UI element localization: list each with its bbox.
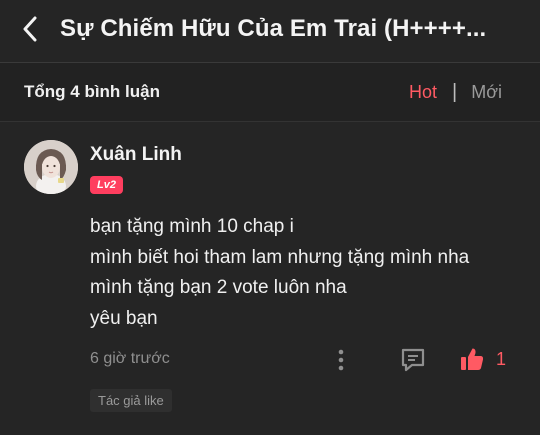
- thumbs-up-icon: [461, 348, 484, 370]
- comment-line: bạn tặng mình 10 chap i: [90, 216, 294, 237]
- author-name[interactable]: Xuân Linh: [90, 144, 182, 166]
- sort-tabs: Hot | Mới: [409, 81, 502, 104]
- chevron-left-icon: [23, 16, 37, 42]
- author-liked-tag: Tác giả like: [90, 389, 172, 412]
- avatar[interactable]: [24, 140, 78, 194]
- like-button[interactable]: 1: [459, 346, 506, 372]
- comment-line: mình biết hoi tham lam nhưng tặng mình n…: [90, 246, 470, 268]
- comment-line: yêu bạn: [90, 307, 158, 329]
- comment-timestamp: 6 giờ trước: [90, 350, 170, 367]
- comments-header: Tổng 4 bình luận Hot | Mới: [0, 63, 540, 121]
- tab-new[interactable]: Mới: [471, 82, 502, 103]
- tab-hot[interactable]: Hot: [409, 82, 437, 103]
- more-options-button[interactable]: [332, 348, 350, 372]
- like-count: 1: [496, 348, 507, 369]
- reply-button[interactable]: [400, 347, 426, 373]
- comment-item: Xuân Linh Lv2 bạn tặng mình 10 chap i mì…: [0, 122, 540, 435]
- comment-count: Tổng 4 bình luận: [24, 82, 160, 101]
- page-title: Sự Chiếm Hữu Của Em Trai (H++++...: [60, 15, 487, 42]
- tab-separator: |: [452, 80, 458, 103]
- comment-text: bạn tặng mình 10 chap i mình biết hoi th…: [90, 212, 530, 334]
- level-badge: Lv2: [90, 176, 123, 194]
- back-button[interactable]: [0, 0, 60, 58]
- comment-icon: [401, 348, 425, 372]
- top-bar: Sự Chiếm Hữu Của Em Trai (H++++...: [0, 0, 540, 58]
- more-vertical-icon: [338, 349, 344, 371]
- comment-line: mình tặng bạn 2 vote luôn nha: [90, 277, 347, 298]
